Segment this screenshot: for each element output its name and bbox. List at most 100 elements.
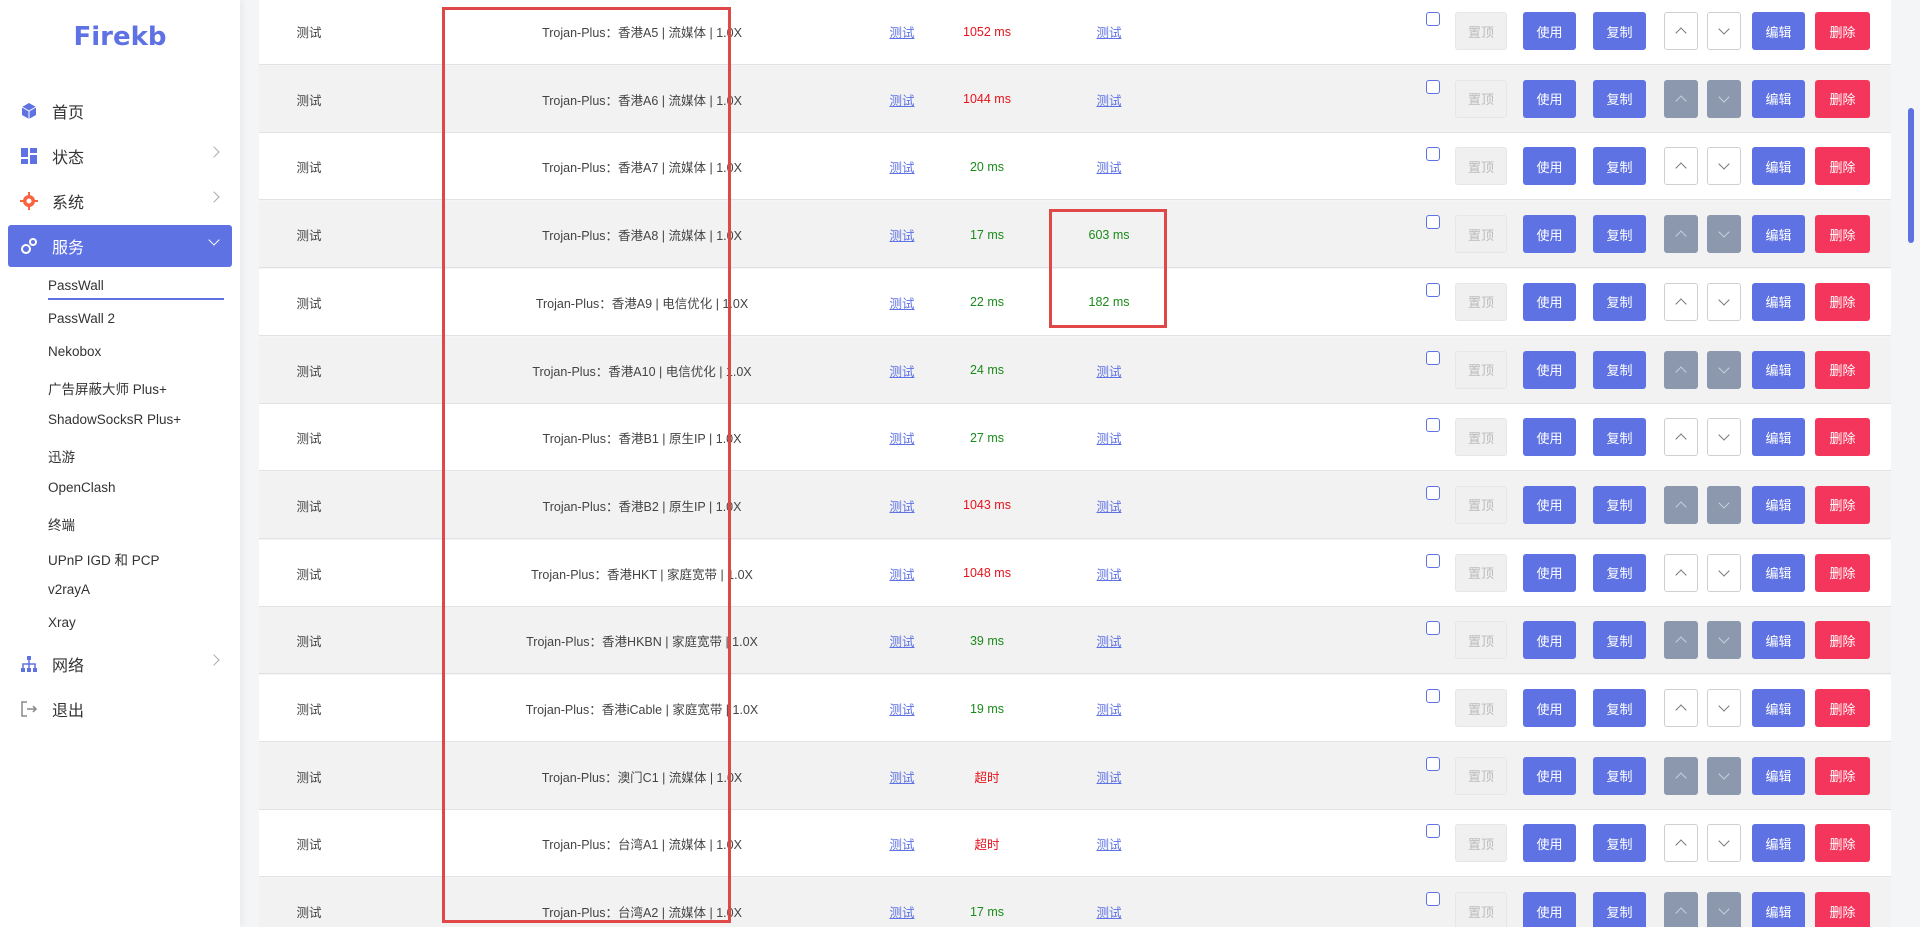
- edit-button[interactable]: 编辑: [1752, 892, 1805, 927]
- use-button[interactable]: 使用: [1523, 689, 1576, 727]
- edit-button[interactable]: 编辑: [1752, 621, 1805, 660]
- use-button[interactable]: 使用: [1523, 892, 1576, 927]
- move-up-button[interactable]: [1664, 553, 1698, 592]
- url-test-link[interactable]: 测试: [1024, 607, 1194, 674]
- row-checkbox[interactable]: [1426, 215, 1440, 230]
- delete-button[interactable]: 删除: [1815, 621, 1870, 660]
- delete-button[interactable]: 删除: [1815, 689, 1870, 727]
- url-test-link[interactable]: 测试: [1024, 675, 1194, 742]
- edit-button[interactable]: 编辑: [1752, 756, 1805, 795]
- row-checkbox[interactable]: [1426, 350, 1440, 365]
- move-up-button[interactable]: [1664, 282, 1698, 321]
- delete-button[interactable]: 删除: [1815, 824, 1870, 863]
- delete-button[interactable]: 删除: [1815, 553, 1870, 592]
- use-button[interactable]: 使用: [1523, 485, 1576, 524]
- nav-system[interactable]: 系统: [8, 180, 232, 222]
- move-up-button[interactable]: [1664, 824, 1698, 863]
- sub-passwall2[interactable]: PassWall 2: [48, 311, 115, 326]
- move-up-button[interactable]: [1664, 79, 1698, 118]
- pin-top-button[interactable]: 置顶: [1455, 12, 1507, 50]
- row-checkbox[interactable]: [1426, 79, 1440, 94]
- move-down-button[interactable]: [1707, 824, 1741, 863]
- copy-button[interactable]: 复制: [1593, 485, 1646, 524]
- edit-button[interactable]: 编辑: [1752, 824, 1805, 863]
- move-down-button[interactable]: [1707, 418, 1741, 457]
- move-down-button[interactable]: [1707, 350, 1741, 389]
- move-down-button[interactable]: [1707, 215, 1741, 254]
- move-up-button[interactable]: [1664, 689, 1698, 727]
- copy-button[interactable]: 复制: [1593, 12, 1646, 50]
- row-checkbox[interactable]: [1426, 689, 1440, 703]
- copy-button[interactable]: 复制: [1593, 621, 1646, 660]
- row-checkbox[interactable]: [1426, 892, 1440, 907]
- move-up-button[interactable]: [1664, 350, 1698, 389]
- edit-button[interactable]: 编辑: [1752, 147, 1805, 186]
- sub-terminal[interactable]: 终端: [48, 514, 75, 534]
- scrollbar[interactable]: [1902, 0, 1920, 927]
- sub-nekobox[interactable]: Nekobox: [48, 344, 101, 359]
- row-checkbox[interactable]: [1426, 12, 1440, 26]
- move-down-button[interactable]: [1707, 689, 1741, 727]
- pin-top-button[interactable]: 置顶: [1455, 892, 1507, 927]
- pin-top-button[interactable]: 置顶: [1455, 79, 1507, 118]
- use-button[interactable]: 使用: [1523, 215, 1576, 254]
- sub-xray[interactable]: Xray: [48, 615, 76, 630]
- row-checkbox[interactable]: [1426, 282, 1440, 297]
- row-checkbox[interactable]: [1426, 621, 1440, 636]
- move-up-button[interactable]: [1664, 147, 1698, 186]
- use-button[interactable]: 使用: [1523, 418, 1576, 457]
- edit-button[interactable]: 编辑: [1752, 418, 1805, 457]
- move-down-button[interactable]: [1707, 892, 1741, 927]
- pin-top-button[interactable]: 置顶: [1455, 689, 1507, 727]
- nav-home[interactable]: 首页: [8, 90, 232, 132]
- scrollbar-thumb[interactable]: [1908, 108, 1914, 243]
- delete-button[interactable]: 删除: [1815, 756, 1870, 795]
- move-up-button[interactable]: [1664, 756, 1698, 795]
- url-test-link[interactable]: 测试: [1024, 878, 1194, 927]
- pin-top-button[interactable]: 置顶: [1455, 282, 1507, 321]
- use-button[interactable]: 使用: [1523, 79, 1576, 118]
- move-down-button[interactable]: [1707, 621, 1741, 660]
- pin-top-button[interactable]: 置顶: [1455, 621, 1507, 660]
- edit-button[interactable]: 编辑: [1752, 553, 1805, 592]
- use-button[interactable]: 使用: [1523, 147, 1576, 186]
- url-test-link[interactable]: 测试: [1024, 743, 1194, 810]
- url-test-link[interactable]: 测试: [1024, 404, 1194, 471]
- sub-upnp[interactable]: UPnP IGD 和 PCP: [48, 549, 160, 569]
- edit-button[interactable]: 编辑: [1752, 79, 1805, 118]
- row-checkbox[interactable]: [1426, 485, 1440, 500]
- pin-top-button[interactable]: 置顶: [1455, 485, 1507, 524]
- move-down-button[interactable]: [1707, 485, 1741, 524]
- move-down-button[interactable]: [1707, 756, 1741, 795]
- copy-button[interactable]: 复制: [1593, 215, 1646, 254]
- use-button[interactable]: 使用: [1523, 282, 1576, 321]
- delete-button[interactable]: 删除: [1815, 418, 1870, 457]
- pin-top-button[interactable]: 置顶: [1455, 756, 1507, 795]
- copy-button[interactable]: 复制: [1593, 756, 1646, 795]
- use-button[interactable]: 使用: [1523, 756, 1576, 795]
- copy-button[interactable]: 复制: [1593, 147, 1646, 186]
- edit-button[interactable]: 编辑: [1752, 12, 1805, 50]
- delete-button[interactable]: 删除: [1815, 282, 1870, 321]
- delete-button[interactable]: 删除: [1815, 12, 1870, 50]
- copy-button[interactable]: 复制: [1593, 553, 1646, 592]
- url-test-link[interactable]: 测试: [1024, 133, 1194, 200]
- use-button[interactable]: 使用: [1523, 824, 1576, 863]
- use-button[interactable]: 使用: [1523, 553, 1576, 592]
- url-test-link[interactable]: 测试: [1024, 66, 1194, 133]
- copy-button[interactable]: 复制: [1593, 282, 1646, 321]
- row-checkbox[interactable]: [1426, 147, 1440, 162]
- copy-button[interactable]: 复制: [1593, 689, 1646, 727]
- copy-button[interactable]: 复制: [1593, 892, 1646, 927]
- pin-top-button[interactable]: 置顶: [1455, 824, 1507, 863]
- copy-button[interactable]: 复制: [1593, 350, 1646, 389]
- edit-button[interactable]: 编辑: [1752, 215, 1805, 254]
- move-down-button[interactable]: [1707, 553, 1741, 592]
- move-up-button[interactable]: [1664, 892, 1698, 927]
- delete-button[interactable]: 删除: [1815, 350, 1870, 389]
- pin-top-button[interactable]: 置顶: [1455, 147, 1507, 186]
- pin-top-button[interactable]: 置顶: [1455, 553, 1507, 592]
- move-up-button[interactable]: [1664, 215, 1698, 254]
- sub-passwall[interactable]: PassWall: [48, 278, 224, 300]
- delete-button[interactable]: 删除: [1815, 892, 1870, 927]
